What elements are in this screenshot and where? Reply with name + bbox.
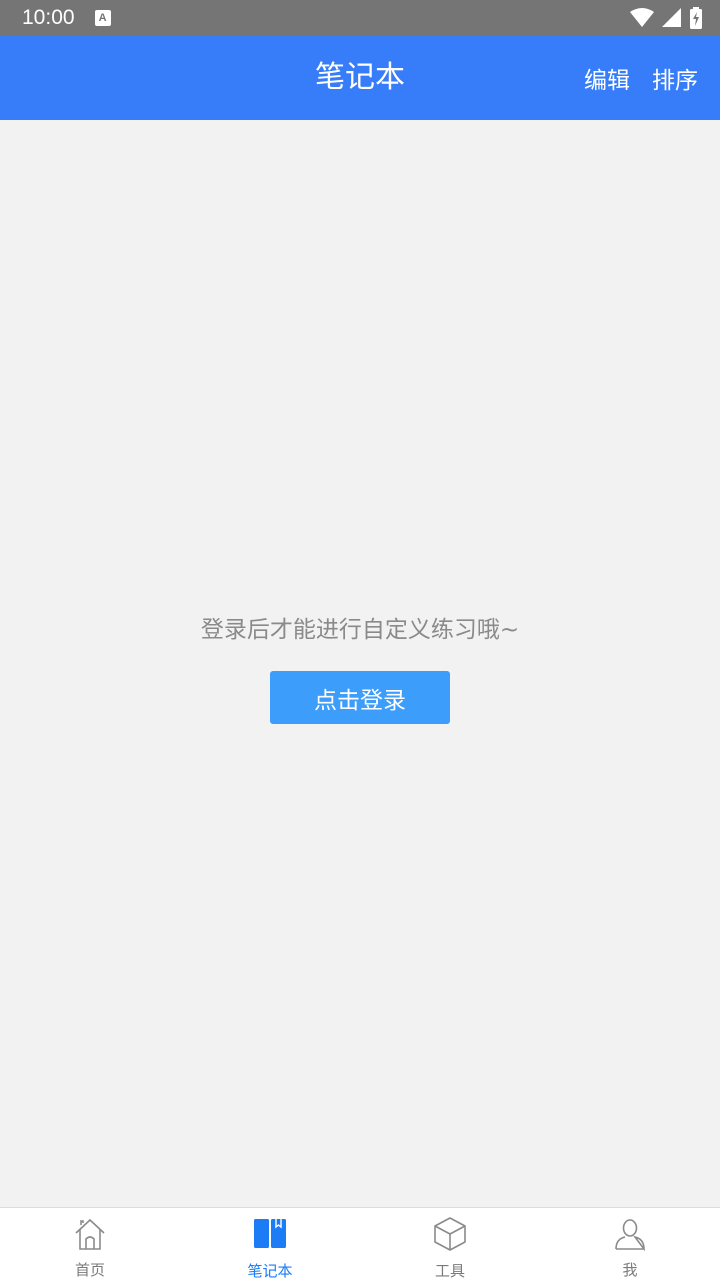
tab-label-me: 我	[622, 1261, 638, 1279]
login-button[interactable]: 点击登录	[270, 671, 450, 724]
notebook-content: 登录后才能进行自定义练习哦~ 点击登录	[0, 120, 720, 1207]
bottom-tab-bar: 首页 笔记本 工具 我	[0, 1207, 720, 1280]
tab-me[interactable]: 我	[540, 1208, 720, 1280]
tab-tools[interactable]: 工具	[360, 1208, 540, 1280]
status-time: 10:00	[22, 6, 75, 29]
user-icon	[612, 1216, 648, 1251]
tab-home[interactable]: 首页	[0, 1208, 180, 1280]
accessibility-notification-icon: A	[94, 10, 111, 26]
edit-button[interactable]: 编辑	[584, 61, 630, 95]
status-bar: 10:00 A	[0, 0, 720, 36]
app-bar: 笔记本 编辑 排序	[0, 36, 720, 120]
home-icon	[72, 1216, 108, 1251]
tab-label-notebook: 笔记本	[247, 1262, 293, 1280]
login-required-message: 登录后才能进行自定义练习哦~	[200, 617, 520, 643]
sort-button[interactable]: 排序	[652, 61, 698, 95]
cellular-signal-icon	[662, 8, 681, 27]
status-icons	[630, 7, 702, 29]
tab-label-tools: 工具	[434, 1262, 465, 1280]
tab-notebook[interactable]: 笔记本	[180, 1208, 360, 1280]
tab-label-home: 首页	[74, 1261, 105, 1279]
battery-charging-icon	[690, 7, 702, 29]
box-icon	[432, 1216, 468, 1252]
wifi-icon	[630, 8, 654, 27]
header-actions: 编辑 排序	[584, 36, 698, 120]
notebook-icon	[252, 1216, 288, 1252]
